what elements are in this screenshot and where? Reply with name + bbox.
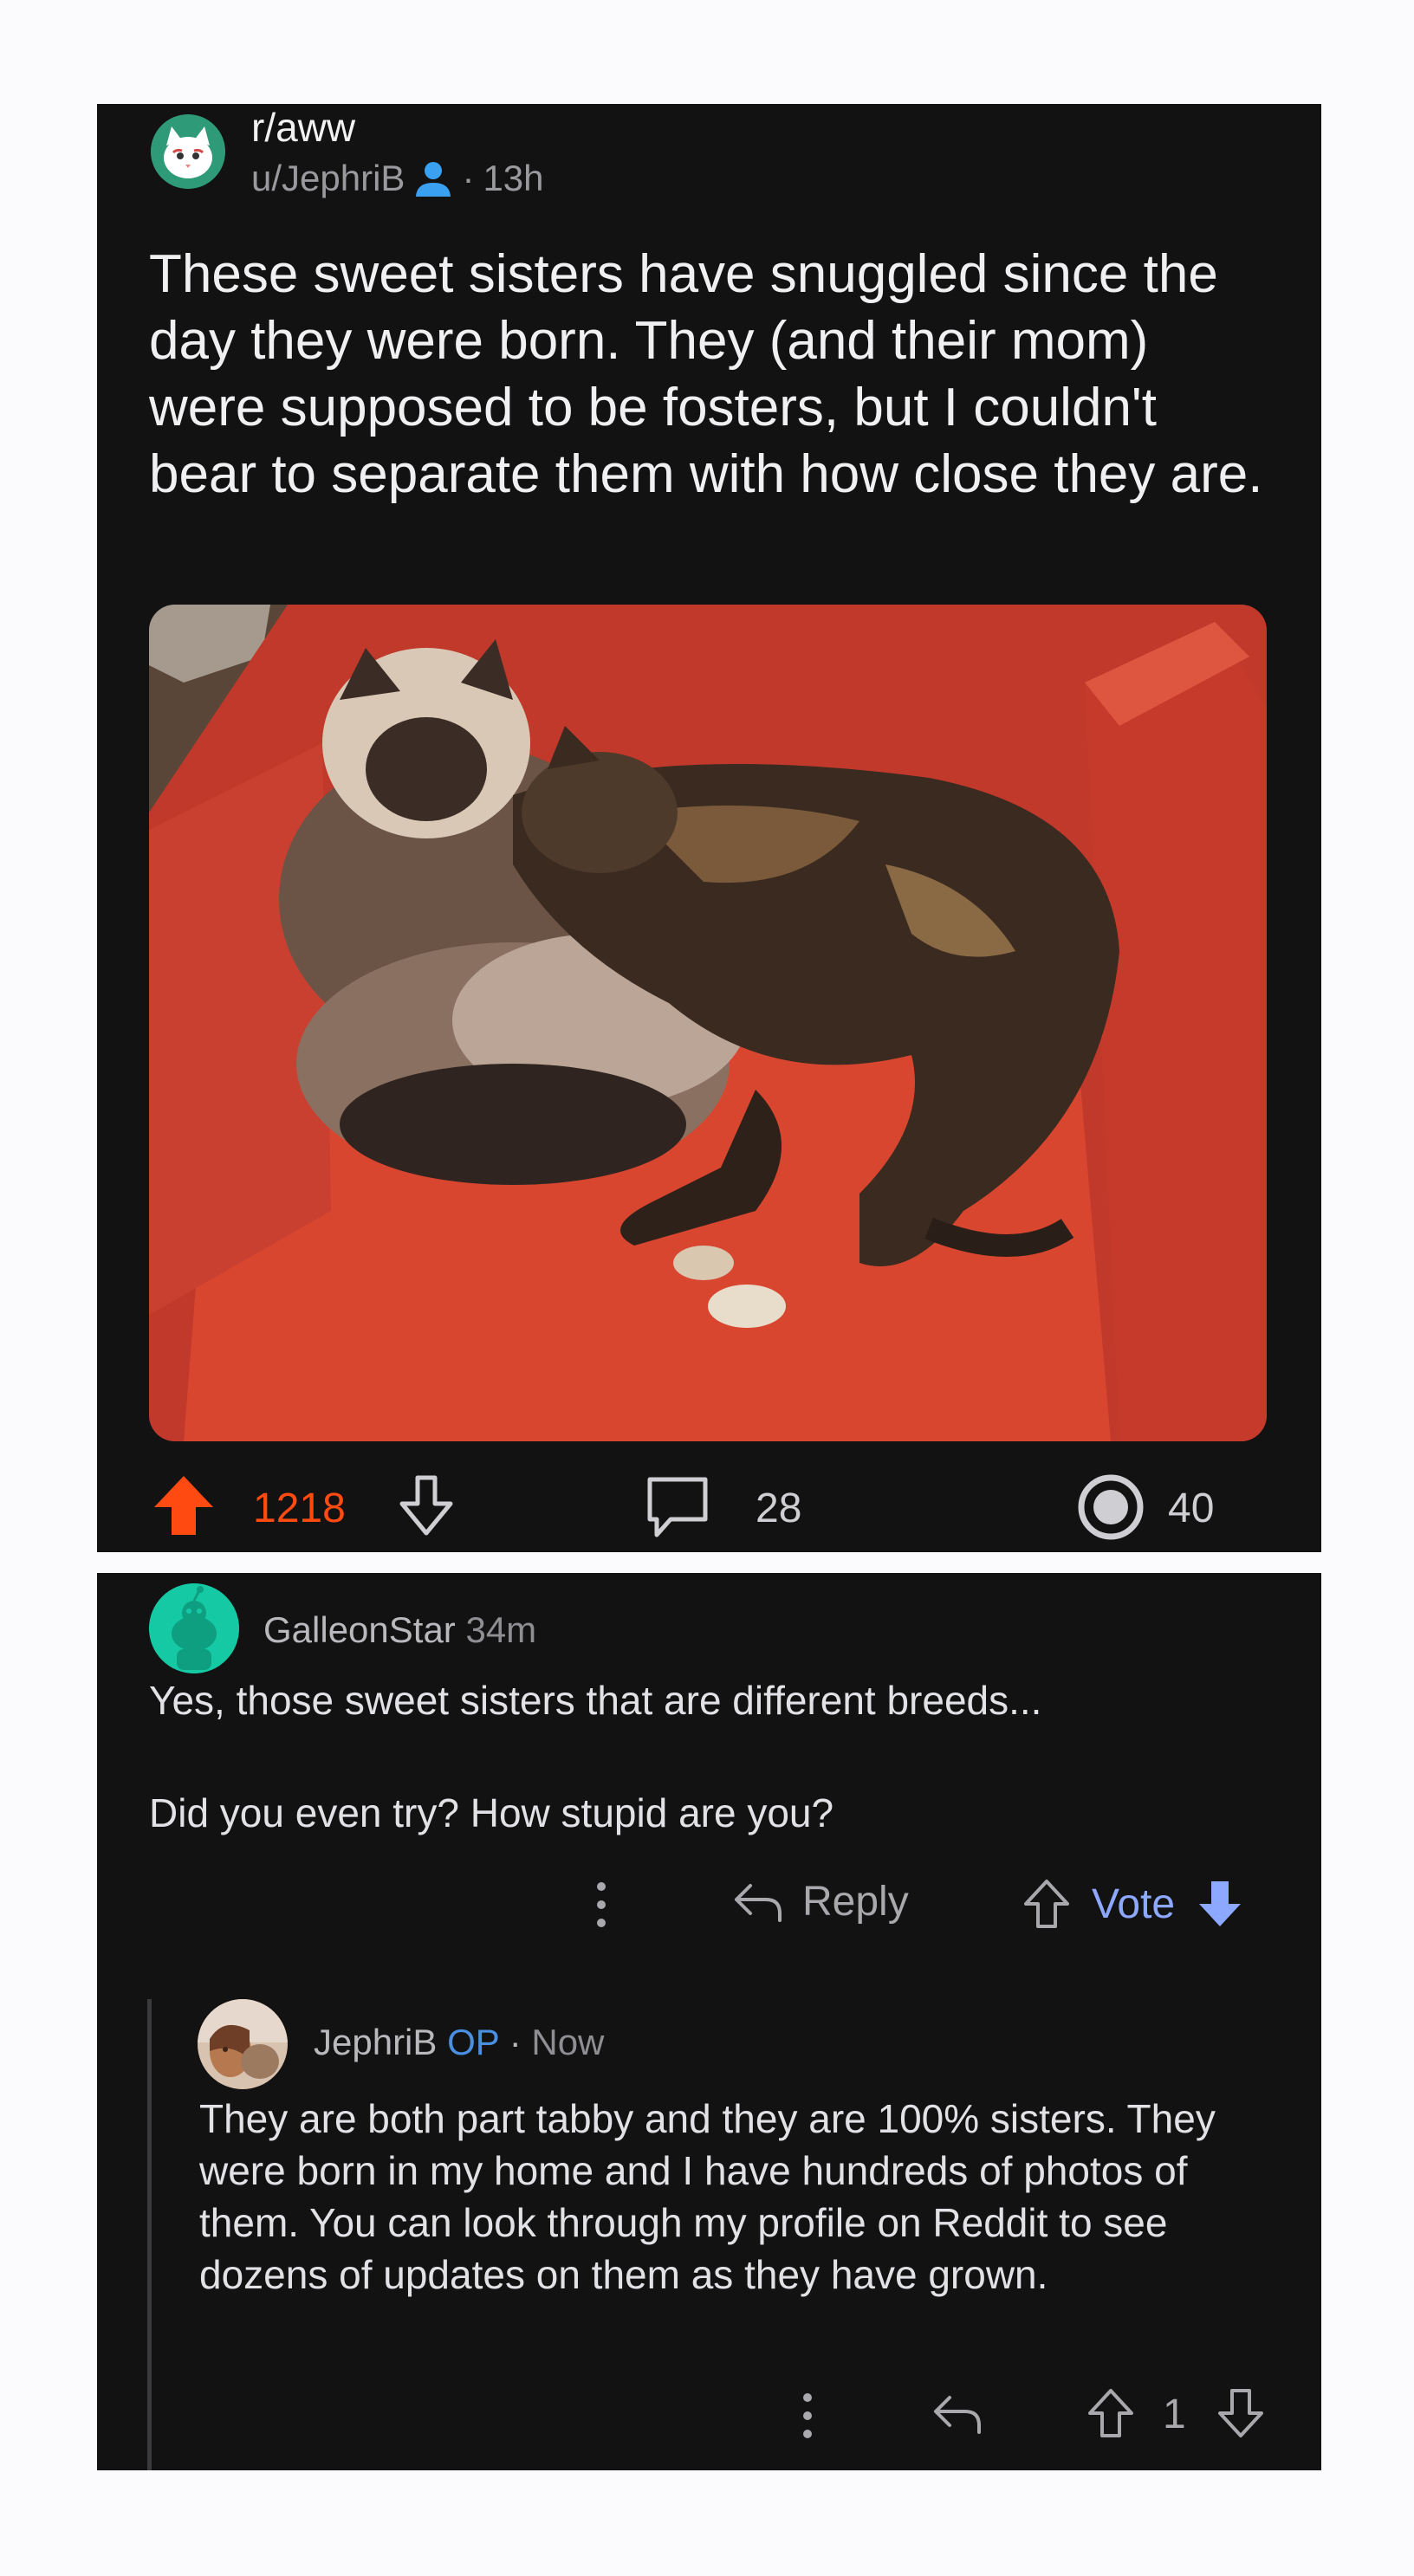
post-author[interactable]: u/JephriB [251, 158, 405, 199]
reply-label: Reply [802, 1879, 909, 1925]
post-image[interactable] [149, 605, 1267, 1441]
reply-icon [735, 1883, 782, 1922]
meta-separator: · [509, 2022, 522, 2062]
post-score: 1218 [253, 1485, 346, 1531]
upvote-icon[interactable] [1085, 2387, 1137, 2439]
reply-author[interactable]: JephriB [314, 2022, 437, 2062]
award-count: 40 [1168, 1485, 1215, 1531]
reply-time: Now [531, 2022, 605, 2062]
post-time: 13h [483, 158, 544, 198]
comment-action-bar: Reply Vote [97, 1874, 1321, 1935]
comment-icon[interactable] [643, 1472, 712, 1542]
post-action-bar: 1218 28 40 [97, 1472, 1321, 1542]
subreddit-avatar[interactable] [151, 114, 225, 189]
more-options-icon[interactable] [593, 1874, 610, 1935]
award-icon[interactable] [1076, 1472, 1145, 1542]
comment-author-line: GalleonStar 34m [263, 1609, 536, 1651]
reply-author-avatar[interactable] [198, 1999, 288, 2089]
comment-text-line: Yes, those sweet sisters that are differ… [149, 1678, 1042, 1723]
downvote-icon[interactable] [1194, 1878, 1246, 1930]
reply-author-line: JephriB OP · Now [314, 2022, 604, 2063]
meta-separator: · [462, 158, 475, 198]
reply-action-bar: 1 [97, 2385, 1321, 2446]
comment-text-line: Did you even try? How stupid are you? [149, 1790, 834, 1835]
reply-body: They are both part tabby and they are 10… [199, 2096, 1216, 2297]
reply-icon[interactable] [931, 2392, 983, 2436]
comment-body: Yes, those sweet sisters that are differ… [149, 1673, 1275, 1899]
upvote-icon[interactable] [1021, 1878, 1073, 1930]
vote-control: Vote [1021, 1878, 1246, 1930]
commenter-avatar[interactable] [149, 1583, 239, 1673]
comments-card: GalleonStar 34m Yes, those sweet sisters… [97, 1573, 1321, 2470]
op-badge: OP [447, 2022, 500, 2062]
post-title[interactable]: These sweet sisters have snuggled since … [149, 241, 1267, 508]
downvote-icon[interactable] [393, 1472, 459, 1538]
reply-score: 1 [1163, 2392, 1186, 2437]
comment-time: 34m [465, 1609, 537, 1650]
comment-author[interactable]: GalleonStar [263, 1609, 456, 1650]
vote-label: Vote [1092, 1880, 1176, 1927]
post-meta: u/JephriB · 13h [251, 158, 544, 199]
more-options-icon[interactable] [799, 2385, 816, 2446]
downvote-icon[interactable] [1215, 2387, 1267, 2439]
reply-button[interactable]: Reply [731, 1878, 909, 1926]
comment-count[interactable]: 28 [756, 1485, 801, 1532]
user-icon [416, 162, 451, 197]
upvote-icon[interactable] [151, 1472, 217, 1538]
subreddit-name[interactable]: r/aww [251, 104, 355, 151]
post-card: r/aww u/JephriB · 13h These sweet sister… [97, 104, 1321, 1552]
